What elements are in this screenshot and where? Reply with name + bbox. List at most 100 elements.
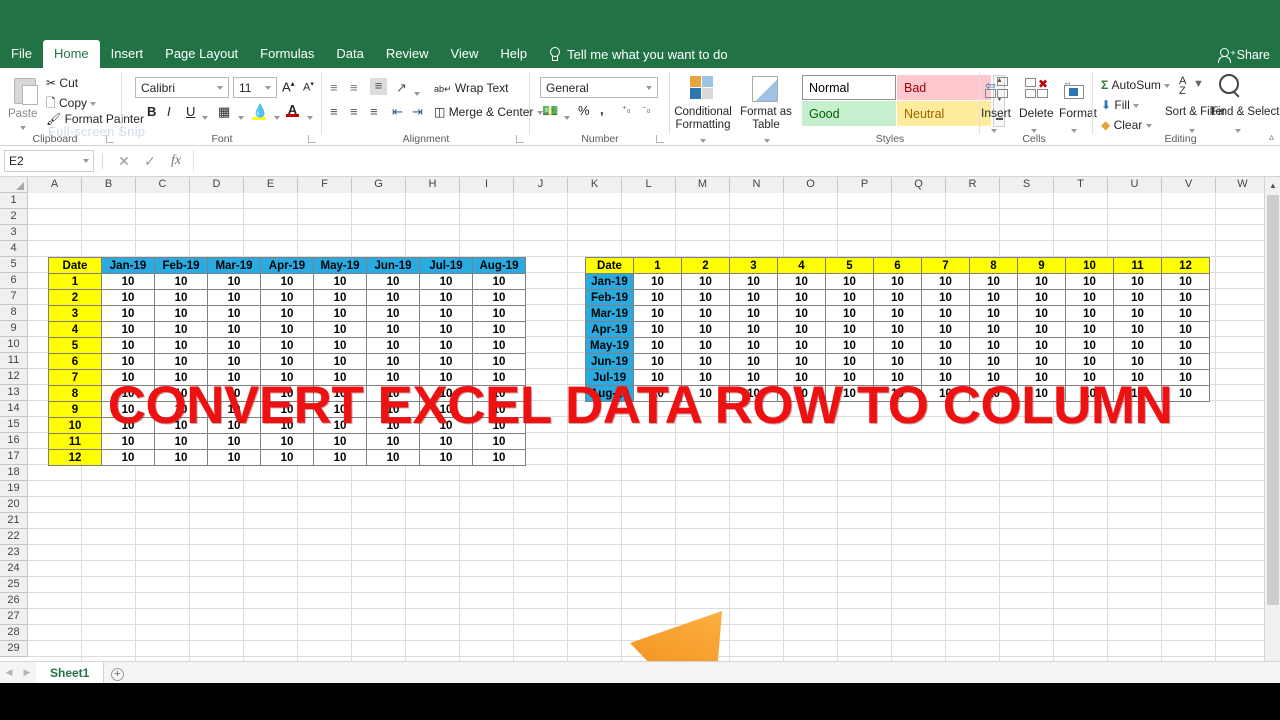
table-cell[interactable]: 10 <box>1017 321 1066 338</box>
table-cell[interactable]: 10 <box>366 353 420 370</box>
filter-funnel-icon[interactable]: ▼ <box>1193 78 1204 90</box>
table-cell[interactable]: 10 <box>313 417 367 434</box>
font-color-dropdown-icon[interactable] <box>307 109 313 127</box>
table-cell[interactable]: 10 <box>313 305 367 322</box>
number-dialog-launcher[interactable] <box>656 135 664 143</box>
column-header-C[interactable]: C <box>136 177 190 193</box>
table-cell[interactable]: 10 <box>681 321 730 338</box>
table-cell[interactable]: 10 <box>419 417 473 434</box>
column-header-D[interactable]: D <box>190 177 244 193</box>
table-cell[interactable]: 10 <box>154 353 208 370</box>
table-cell[interactable]: 10 <box>207 449 261 466</box>
magnifier-icon[interactable] <box>1219 74 1239 94</box>
increase-font-size-icon[interactable]: A▴ <box>282 79 295 94</box>
table-cell[interactable]: 10 <box>260 289 314 306</box>
table-cell[interactable]: 10 <box>633 337 682 354</box>
number-format-select[interactable]: General <box>540 77 658 98</box>
table-cell[interactable]: 10 <box>472 401 526 418</box>
confirm-entry-icon[interactable]: ✓ <box>137 153 163 170</box>
table-cell[interactable]: 10 <box>777 273 826 290</box>
table-cell[interactable]: 10 <box>101 353 155 370</box>
table-cell[interactable]: 10 <box>207 289 261 306</box>
table-cell[interactable]: 10 <box>969 353 1018 370</box>
table-cell[interactable]: 10 <box>681 353 730 370</box>
table-row-header[interactable]: 7 <box>48 369 102 386</box>
table-cell[interactable]: 10 <box>366 305 420 322</box>
table-cell[interactable]: 10 <box>921 273 970 290</box>
table-cell[interactable]: 10 <box>207 433 261 450</box>
table-cell[interactable]: 10 <box>472 337 526 354</box>
table-cell[interactable]: 10 <box>969 289 1018 306</box>
table-cell[interactable]: 10 <box>260 353 314 370</box>
underline-button[interactable]: U <box>186 104 195 119</box>
table-cell[interactable]: 10 <box>101 385 155 402</box>
table-cell[interactable]: 10 <box>729 385 778 402</box>
table-cell[interactable]: 10 <box>1113 353 1162 370</box>
table-column-header[interactable]: 8 <box>969 257 1018 274</box>
table-cell[interactable]: 10 <box>969 369 1018 386</box>
table-cell[interactable]: 10 <box>313 449 367 466</box>
table-cell[interactable]: 10 <box>260 401 314 418</box>
cut-button[interactable]: ✂ Cut <box>46 76 78 90</box>
table-row-header[interactable]: Mar-19 <box>585 305 634 322</box>
column-header-F[interactable]: F <box>298 177 352 193</box>
table-cell[interactable]: 10 <box>1065 289 1114 306</box>
cell-style-good[interactable]: Good <box>802 101 896 126</box>
insert-cells-icon[interactable]: ⇦ <box>985 77 1009 101</box>
table-cell[interactable]: 10 <box>472 289 526 306</box>
table-corner-cell[interactable]: Date <box>585 257 634 274</box>
table-cell[interactable]: 10 <box>873 305 922 322</box>
table-cell[interactable]: 10 <box>101 289 155 306</box>
table-cell[interactable]: 10 <box>777 289 826 306</box>
column-header-N[interactable]: N <box>730 177 784 193</box>
accounting-format-icon[interactable]: 💵 <box>542 103 558 119</box>
orientation-dropdown-icon[interactable] <box>414 85 420 103</box>
table-column-header[interactable]: Jun-19 <box>366 257 420 274</box>
table-row-header[interactable]: 4 <box>48 321 102 338</box>
table-row-header[interactable]: Aug-19 <box>585 385 634 402</box>
fill-color-dropdown-icon[interactable] <box>274 109 280 127</box>
table-column-header[interactable]: 3 <box>729 257 778 274</box>
table-cell[interactable]: 10 <box>969 273 1018 290</box>
table-column-header[interactable]: 7 <box>921 257 970 274</box>
column-header-O[interactable]: O <box>784 177 838 193</box>
table-column-header[interactable]: May-19 <box>313 257 367 274</box>
table-cell[interactable]: 10 <box>1161 289 1210 306</box>
column-header-S[interactable]: S <box>1000 177 1054 193</box>
table-column-header[interactable]: 12 <box>1161 257 1210 274</box>
table-cell[interactable]: 10 <box>366 289 420 306</box>
table-row-header[interactable]: 10 <box>48 417 102 434</box>
table-cell[interactable]: 10 <box>633 305 682 322</box>
table-row-header[interactable]: 9 <box>48 401 102 418</box>
table-cell[interactable]: 10 <box>472 273 526 290</box>
table-column-header[interactable]: Jan-19 <box>101 257 155 274</box>
table-cell[interactable]: 10 <box>154 369 208 386</box>
table-cell[interactable]: 10 <box>1113 273 1162 290</box>
table-cell[interactable]: 10 <box>419 449 473 466</box>
table-cell[interactable]: 10 <box>1113 337 1162 354</box>
table-cell[interactable]: 10 <box>873 321 922 338</box>
table-column-header[interactable]: 11 <box>1113 257 1162 274</box>
table-cell[interactable]: 10 <box>1065 321 1114 338</box>
row-header-3[interactable]: 3 <box>0 225 27 241</box>
row-header-23[interactable]: 23 <box>0 545 27 561</box>
table-cell[interactable]: 10 <box>681 337 730 354</box>
table-cell[interactable]: 10 <box>633 353 682 370</box>
column-header-U[interactable]: U <box>1108 177 1162 193</box>
column-header-Q[interactable]: Q <box>892 177 946 193</box>
table-cell[interactable]: 10 <box>101 433 155 450</box>
table-cell[interactable]: 10 <box>921 337 970 354</box>
decrease-indent-icon[interactable]: ⇤ <box>392 104 403 120</box>
ribbon-tab-page-layout[interactable]: Page Layout <box>154 40 249 68</box>
delete-button[interactable]: Delete <box>1019 106 1054 120</box>
row-header-12[interactable]: 12 <box>0 369 27 385</box>
table-cell[interactable]: 10 <box>101 273 155 290</box>
table-cell[interactable]: 10 <box>207 369 261 386</box>
table-cell[interactable]: 10 <box>419 273 473 290</box>
table-cell[interactable]: 10 <box>777 353 826 370</box>
row-header-16[interactable]: 16 <box>0 433 27 449</box>
table-cell[interactable]: 10 <box>825 353 874 370</box>
table-cell[interactable]: 10 <box>260 305 314 322</box>
ribbon-tab-view[interactable]: View <box>439 40 489 68</box>
table-column-header[interactable]: 1 <box>633 257 682 274</box>
